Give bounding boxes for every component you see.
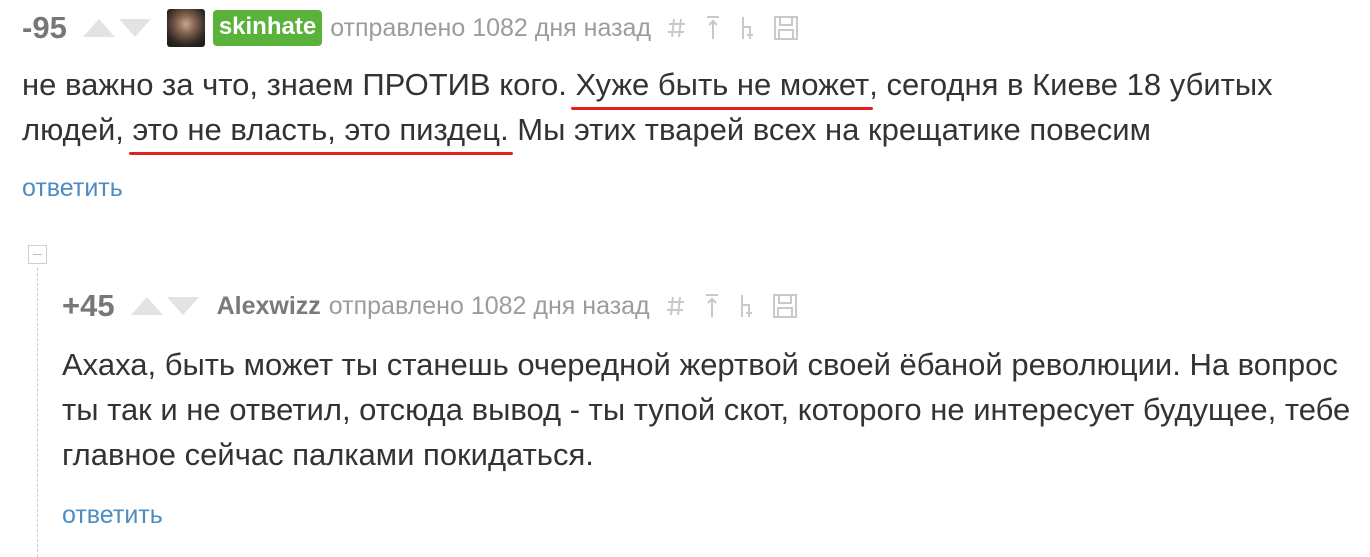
arrow-up-line-icon[interactable] <box>705 15 721 41</box>
comment-actions <box>667 15 817 41</box>
username-link[interactable]: skinhate <box>212 10 323 46</box>
reply-link[interactable]: ответить <box>62 501 163 530</box>
comment-date: отправлено 1082 дня назад <box>328 291 650 320</box>
comment: -95 skinhate отправлено 1082 дня назад н… <box>22 0 1352 203</box>
comment-text: Ахаха, быть может ты станешь очередной ж… <box>62 347 1351 472</box>
save-icon[interactable] <box>772 293 798 319</box>
underlined-phrase: Хуже быть не может <box>575 67 870 102</box>
thread-line[interactable] <box>37 268 38 557</box>
comment-reply: +45 Alexwizz отправлено 1082 дня назад А… <box>62 278 1352 530</box>
hash-icon[interactable] <box>666 295 686 317</box>
reply-link[interactable]: ответить <box>22 174 123 203</box>
comment-text: не важно за что, знаем ПРОТИВ кого. Хуже… <box>22 67 1273 147</box>
vote-up-icon[interactable] <box>130 297 163 315</box>
vote-controls <box>130 297 199 315</box>
collapse-thread-button[interactable] <box>28 245 47 264</box>
hash-icon[interactable] <box>667 17 687 39</box>
comment-score: +45 <box>62 288 115 323</box>
comment-header: -95 skinhate отправлено 1082 дня назад <box>22 0 1352 56</box>
vote-controls <box>82 19 151 37</box>
username-link[interactable]: Alexwizz <box>217 292 321 321</box>
comment-actions <box>666 293 816 319</box>
vote-down-icon[interactable] <box>118 19 151 37</box>
branch-icon[interactable] <box>738 293 754 319</box>
comment-header: +45 Alexwizz отправлено 1082 дня назад <box>62 278 1352 334</box>
comment-date: отправлено 1082 дня назад <box>330 13 652 42</box>
branch-icon[interactable] <box>739 15 755 41</box>
vote-up-icon[interactable] <box>82 19 115 37</box>
save-icon[interactable] <box>773 15 799 41</box>
underlined-phrase: это не власть, это пиздец. <box>132 112 509 147</box>
avatar[interactable] <box>166 9 205 47</box>
arrow-up-line-icon[interactable] <box>704 293 720 319</box>
vote-down-icon[interactable] <box>166 297 199 315</box>
comment-score: -95 <box>22 10 67 45</box>
